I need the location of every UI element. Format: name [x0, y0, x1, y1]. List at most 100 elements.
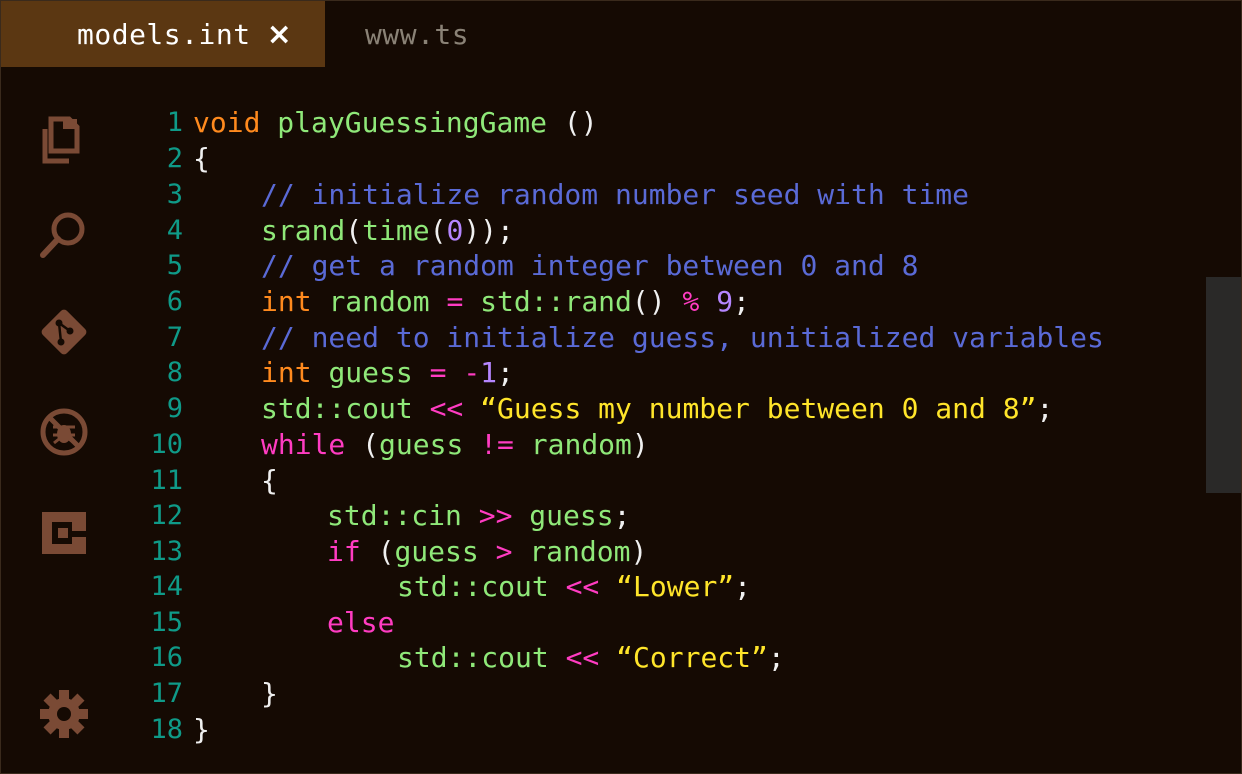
line-number: 3: [166, 179, 183, 210]
code-token: random: [530, 428, 632, 461]
line-number: 10: [150, 429, 183, 460]
code-text: // need to initialize guess, unitialized…: [261, 320, 1104, 356]
source-control-icon[interactable]: [37, 305, 91, 359]
close-icon[interactable]: ×: [267, 17, 293, 52]
code-token: else: [327, 606, 395, 639]
code-token: std::cout: [261, 392, 413, 425]
code-token: 1: [480, 356, 498, 389]
line-number: 7: [166, 322, 183, 353]
scrollbar-thumb[interactable]: [1206, 277, 1241, 493]
explorer-icon[interactable]: [37, 113, 91, 167]
code-token: if: [327, 535, 361, 568]
code-text: }: [261, 676, 278, 712]
code-text: std::cout << “Lower”;: [397, 569, 751, 605]
code-token: ;: [767, 641, 785, 674]
code-token: “Lower”: [616, 570, 735, 603]
code-token: playGuessingGame: [277, 106, 548, 139]
code-token: srand: [261, 214, 346, 247]
code-token: std::cout: [397, 641, 549, 674]
code-token: “Guess my number between 0 and 8”: [480, 392, 1037, 425]
line-number: 17: [150, 678, 183, 709]
code-token: {: [261, 464, 278, 497]
search-icon[interactable]: [37, 207, 91, 261]
code-token: guess: [394, 535, 479, 568]
line-number: 4: [166, 215, 183, 246]
activity-bar: [1, 67, 131, 773]
code-token: 0: [446, 214, 464, 247]
code-token: // get a random integer between 0 and 8: [261, 249, 919, 282]
code-text: int guess = -1;: [261, 355, 514, 391]
code-text: {: [261, 463, 278, 499]
code-token: ;: [613, 499, 631, 532]
code-text: // initialize random number seed with ti…: [261, 177, 969, 213]
code-text: while (guess != random): [261, 427, 649, 463]
code-token: <<: [565, 641, 600, 674]
code-token: !=: [480, 428, 514, 461]
code-text: srand(time(0));: [261, 213, 514, 249]
code-token: {: [193, 142, 210, 175]
code-token: (: [360, 535, 395, 568]
code-token: <<: [565, 570, 600, 603]
code-token: void: [193, 106, 261, 139]
line-number: 13: [150, 536, 183, 567]
code-token: (: [345, 214, 363, 247]
code-token: ): [630, 535, 648, 568]
line-number: 2: [166, 143, 183, 174]
code-token: guess: [529, 499, 614, 532]
code-token: %: [682, 285, 700, 318]
code-token: >>: [478, 499, 513, 532]
code-token: std::cin: [327, 499, 462, 532]
line-number: 6: [166, 286, 183, 317]
code-token: ;: [733, 285, 750, 318]
line-number: 18: [150, 714, 183, 745]
code-text: std::cin >> guess;: [327, 498, 630, 534]
settings-icon[interactable]: [37, 687, 91, 741]
code-token: (: [345, 428, 380, 461]
code-token: ;: [1036, 392, 1054, 425]
code-token: time: [362, 214, 430, 247]
code-token: random: [529, 535, 631, 568]
code-token: while: [261, 428, 346, 461]
code-text: int random = std::rand() % 9;: [261, 284, 750, 320]
extensions-icon[interactable]: [37, 505, 91, 559]
line-number: 12: [150, 500, 183, 531]
code-token: }: [193, 713, 210, 746]
tab-www-ts[interactable]: www.ts: [365, 1, 469, 67]
code-token: (): [547, 106, 598, 139]
code-text: }: [193, 712, 210, 748]
code-token: =: [429, 356, 447, 389]
code-token: guess: [328, 356, 413, 389]
code-token: int: [261, 285, 312, 318]
code-token: std::cout: [397, 570, 549, 603]
code-text: {: [193, 141, 210, 177]
tab-bar: models.int × www.ts: [1, 1, 1241, 67]
tab-models-int[interactable]: models.int ×: [1, 1, 325, 67]
code-token: random: [328, 285, 430, 318]
line-number: 16: [150, 642, 183, 673]
code-token: ;: [734, 570, 752, 603]
code-text: std::cout << “Guess my number between 0 …: [261, 391, 1053, 427]
code-text: // get a random integer between 0 and 8: [261, 248, 918, 284]
line-number: 5: [166, 250, 183, 281]
editor-window: models.int × www.ts 1 void playGuessingG…: [0, 0, 1242, 774]
code-text: std::cout << “Correct”;: [397, 640, 785, 676]
code-token: >: [495, 535, 513, 568]
code-token: ;: [497, 356, 514, 389]
code-token: “Correct”: [616, 641, 768, 674]
debug-icon[interactable]: [37, 405, 91, 459]
code-editor[interactable]: 1 void playGuessingGame () 2 {3 // initializ…: [131, 105, 1201, 765]
line-number: 8: [166, 357, 183, 388]
code-token: // initialize random number seed with ti…: [261, 178, 970, 211]
code-text: if (guess > random): [327, 534, 647, 570]
